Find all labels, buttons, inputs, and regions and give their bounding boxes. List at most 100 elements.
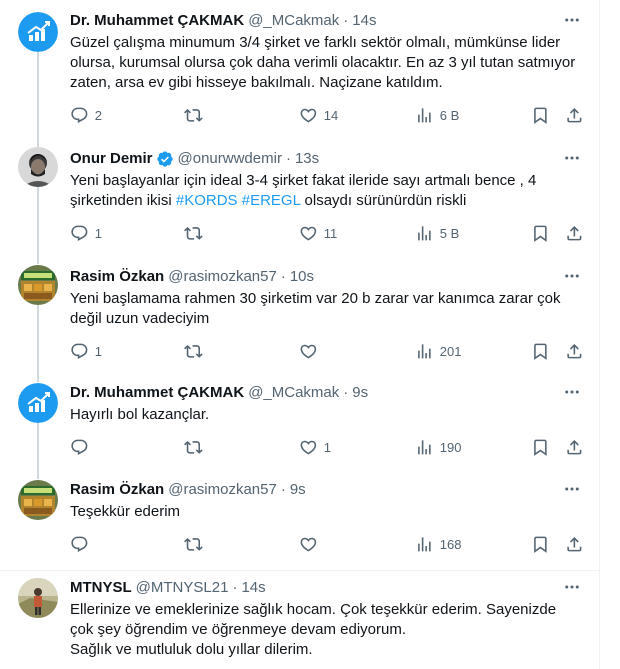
reply-button[interactable]: 2 [70, 105, 102, 125]
tweet[interactable]: Dr. Muhammet ÇAKMAK @_MCakmak · 9s Hayır… [0, 376, 600, 473]
author-handle[interactable]: @rasimozkan57 [168, 267, 277, 287]
author-handle[interactable]: @rasimozkan57 [168, 480, 277, 500]
views-icon [418, 107, 431, 123]
views-count: 168 [439, 536, 462, 552]
separator-dot: · [343, 12, 349, 29]
author-name[interactable]: Dr. Muhammet ÇAKMAK [70, 383, 244, 403]
views-icon [418, 225, 431, 241]
like-count: 1 [323, 439, 331, 455]
share-button[interactable] [565, 534, 584, 554]
reply-button[interactable] [70, 534, 89, 554]
avatar[interactable] [18, 480, 58, 520]
like-button[interactable] [299, 534, 318, 554]
share-button[interactable] [565, 341, 584, 361]
like-button[interactable]: 14 [299, 105, 338, 125]
timestamp[interactable]: 9s [352, 383, 368, 403]
retweet-button[interactable] [184, 341, 203, 361]
avatar[interactable] [18, 383, 58, 423]
tweet[interactable]: Rasim Özkan @rasimozkan57 · 10s Yeni baş… [0, 258, 600, 376]
reply-icon [71, 439, 88, 455]
timestamp[interactable]: 14s [352, 11, 376, 31]
tweet[interactable]: Dr. Muhammet ÇAKMAK @_MCakmak · 14s Güze… [0, 0, 600, 140]
views-count: 6 B [439, 107, 460, 123]
conversation-timeline: Dr. Muhammet ÇAKMAK @_MCakmak · 14s Güze… [0, 0, 600, 669]
more-icon[interactable] [562, 577, 582, 597]
retweet-button[interactable] [184, 223, 203, 243]
retweet-button[interactable] [184, 105, 203, 125]
retweet-icon [184, 440, 203, 454]
author-name[interactable]: Rasim Özkan [70, 267, 164, 287]
retweet-icon [184, 537, 203, 551]
reply-count: 1 [94, 225, 102, 241]
tweet[interactable]: Rasim Özkan @rasimozkan57 · 9s Teşekkür … [0, 473, 600, 570]
share-button[interactable] [565, 223, 584, 243]
tweet[interactable]: MTNYSL @MTNYSL21 · 14s Ellerinize ve eme… [0, 571, 600, 669]
reply-icon [71, 225, 88, 241]
heart-icon [300, 440, 317, 455]
reply-button[interactable]: 1 [70, 341, 102, 361]
timestamp[interactable]: 13s [295, 149, 319, 169]
heart-icon [300, 108, 317, 123]
like-button[interactable] [299, 341, 318, 361]
bookmark-button[interactable] [531, 223, 550, 243]
share-icon [567, 536, 582, 552]
reply-icon [71, 107, 88, 123]
views-button[interactable]: 168 [415, 534, 461, 554]
views-button[interactable]: 190 [415, 437, 461, 457]
bookmark-icon [534, 439, 547, 456]
avatar[interactable] [18, 578, 58, 618]
author-name[interactable]: Onur Demir [70, 149, 153, 169]
more-icon[interactable] [562, 148, 582, 168]
views-button[interactable]: 201 [415, 341, 461, 361]
like-button[interactable]: 1 [299, 437, 331, 457]
author-handle[interactable]: @MTNYSL21 [136, 578, 229, 598]
views-button[interactable]: 6 B [415, 105, 459, 125]
reply-button[interactable]: 1 [70, 223, 102, 243]
like-count: 11 [323, 225, 338, 241]
views-icon [418, 343, 431, 359]
like-button[interactable]: 11 [299, 223, 337, 243]
reply-count: 2 [94, 107, 102, 123]
timestamp[interactable]: 14s [241, 578, 265, 598]
bookmark-button[interactable] [531, 105, 550, 125]
timestamp[interactable]: 9s [290, 480, 306, 500]
share-icon [567, 225, 582, 241]
author-handle[interactable]: @onurwwdemir [178, 149, 282, 169]
author-handle[interactable]: @_MCakmak [248, 11, 339, 31]
separator-dot: · [285, 150, 291, 167]
author-name[interactable]: MTNYSL [70, 578, 132, 598]
views-icon [418, 536, 431, 552]
bookmark-icon [534, 536, 547, 553]
more-icon[interactable] [562, 10, 582, 30]
retweet-button[interactable] [184, 437, 203, 457]
tweet-text: Hayırlı bol kazançlar. [70, 406, 210, 423]
reply-icon [71, 536, 88, 552]
more-icon[interactable] [562, 479, 582, 499]
author-name[interactable]: Dr. Muhammet ÇAKMAK [70, 11, 244, 31]
verified-badge-icon [156, 150, 174, 168]
more-icon[interactable] [562, 382, 582, 402]
share-icon [567, 107, 582, 123]
author-handle[interactable]: @_MCakmak [248, 383, 339, 403]
timestamp[interactable]: 10s [290, 267, 314, 287]
retweet-button[interactable] [184, 534, 203, 554]
reply-button[interactable] [70, 437, 89, 457]
bookmark-button[interactable] [531, 534, 550, 554]
heart-icon [300, 226, 317, 241]
share-button[interactable] [565, 105, 584, 125]
share-button[interactable] [565, 437, 584, 457]
avatar[interactable] [18, 12, 58, 52]
avatar[interactable] [18, 147, 58, 187]
tweet[interactable]: Onur Demir @onurwwdemir · 13s Yeni başla… [0, 140, 600, 258]
more-icon[interactable] [562, 266, 582, 286]
hashtag-link[interactable]: #KORDS [176, 192, 238, 209]
tweet-text: Yeni başlayanlar için ideal 3-4 şirket f… [70, 171, 582, 211]
heart-icon [300, 537, 317, 552]
retweet-icon [184, 344, 203, 358]
hashtag-link[interactable]: #EREGL [242, 192, 301, 209]
avatar[interactable] [18, 265, 58, 305]
views-button[interactable]: 5 B [415, 223, 459, 243]
bookmark-button[interactable] [531, 437, 550, 457]
bookmark-button[interactable] [531, 341, 550, 361]
author-name[interactable]: Rasim Özkan [70, 480, 164, 500]
